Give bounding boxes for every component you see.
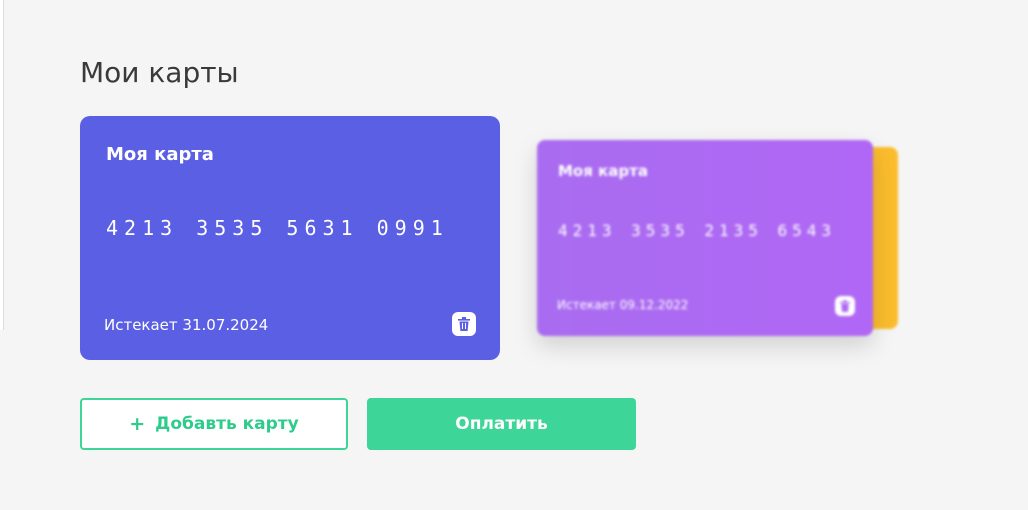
pay-label: Оплатить xyxy=(455,414,548,434)
add-card-button[interactable]: + Добавть карту xyxy=(80,398,348,450)
delete-card-button[interactable] xyxy=(452,312,476,336)
trash-icon xyxy=(458,317,470,331)
pay-button[interactable]: Оплатить xyxy=(367,398,636,450)
card-stack[interactable]: Моя карта 4213 3535 2135 6543 Истекает 0… xyxy=(537,140,899,336)
delete-card-button[interactable] xyxy=(835,296,855,316)
add-card-label: Добавть карту xyxy=(155,414,299,434)
card-number: 4213 3535 5631 0991 xyxy=(106,216,449,240)
card-expiry: Истекает 31.07.2024 xyxy=(104,316,269,334)
side-panel-edge xyxy=(0,0,4,330)
plus-icon: + xyxy=(129,413,146,435)
card-primary[interactable]: Моя карта 4213 3535 5631 0991 Истекает 3… xyxy=(80,116,500,360)
trash-icon xyxy=(840,300,850,312)
card-name: Моя карта xyxy=(106,144,214,165)
card-secondary[interactable]: Моя карта 4213 3535 2135 6543 Истекает 0… xyxy=(537,140,873,336)
card-number: 4213 3535 2135 6543 xyxy=(558,221,837,240)
card-expiry: Истекает 09.12.2022 xyxy=(557,298,689,312)
page-title: Мои карты xyxy=(80,56,239,89)
card-name: Моя карта xyxy=(558,162,648,180)
